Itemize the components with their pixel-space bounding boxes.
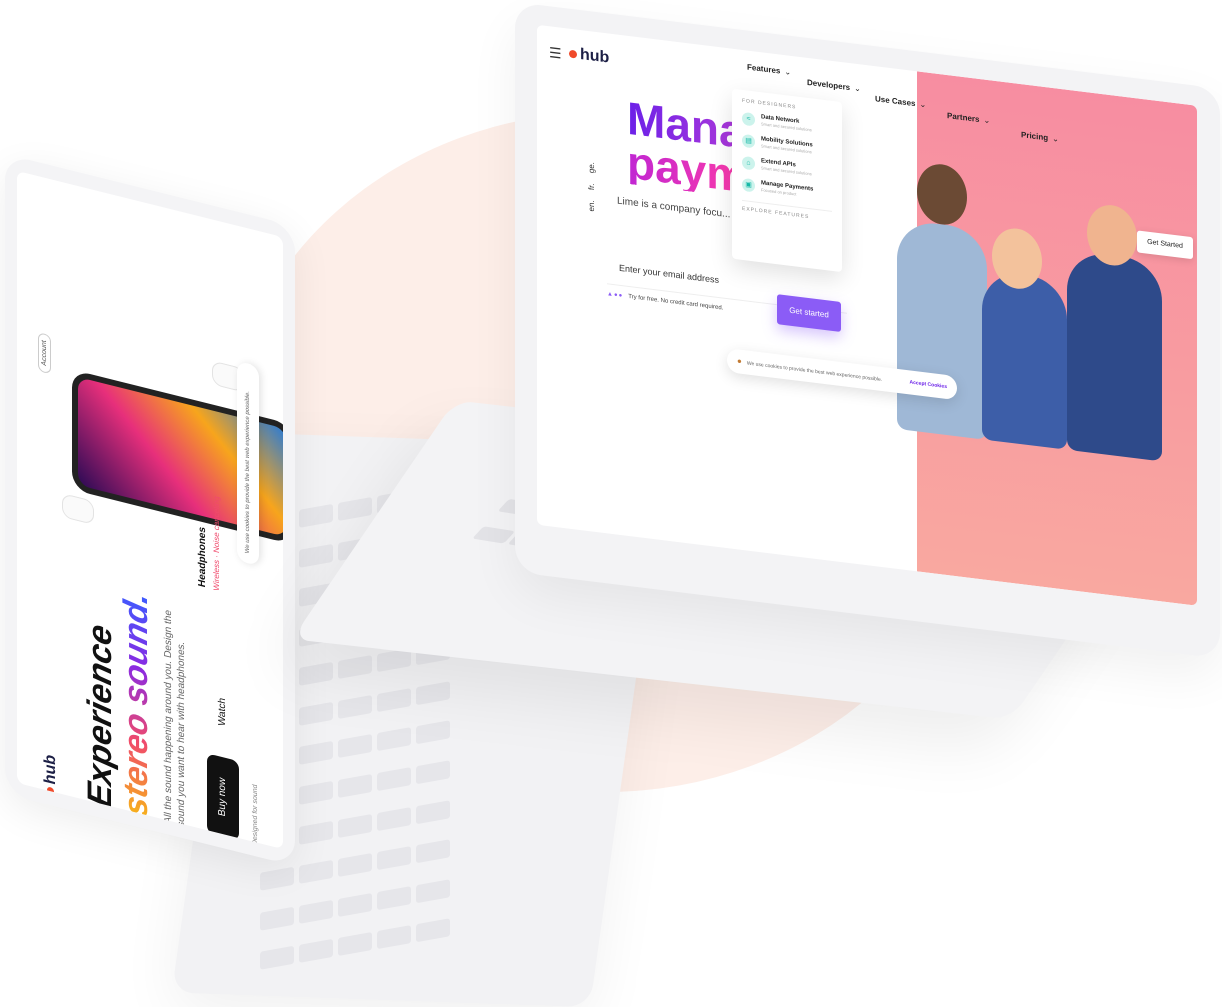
dropdown-item-data-network[interactable]: ≈ Data Network Smart and secured solution…	[742, 111, 832, 136]
back-subtitle: All the sound happening around you. Desi…	[163, 608, 187, 829]
buy-now-button[interactable]: Buy now	[207, 753, 239, 842]
hero-characters-illustration	[887, 158, 1167, 462]
dropdown-item-manage-payments[interactable]: ▣ Manage Payments Focused on product	[742, 177, 832, 202]
dropdown-item-extend-apis[interactable]: ⌂ Extend APIs Smart and secured solutions	[742, 155, 832, 180]
watch-button[interactable]: Watch	[207, 668, 239, 756]
back-logo[interactable]: hub	[42, 753, 60, 797]
back-headline: Experience stereo sound.	[81, 587, 155, 821]
nav-features[interactable]: Features ⌄	[747, 62, 791, 76]
front-laptop-screen-frame: ☰ hub Features ⌄ Developers ⌄ Use Cases ⌄ P…	[515, 2, 1220, 659]
product-name: Headphones	[197, 525, 208, 589]
lang-fr[interactable]: fr.	[587, 183, 596, 191]
explore-features-link[interactable]: EXPLORE FEATURES	[742, 199, 832, 223]
hamburger-menu-icon[interactable]: ☰	[549, 44, 562, 63]
mobile-icon: ▤	[742, 133, 755, 149]
payment-icon: ▣	[742, 177, 755, 193]
back-laptop-screen: hub Account Experience stereo sound. All…	[17, 170, 283, 850]
product-sub: Wireless · Noise canceling	[212, 495, 221, 592]
home-icon: ⌂	[742, 155, 755, 171]
earbud-image	[62, 493, 94, 526]
dropdown-heading: FOR DESIGNERS	[742, 97, 797, 111]
back-cookie-banner: We use cookies to provide the best web e…	[237, 360, 259, 567]
lang-en[interactable]: en.	[587, 200, 596, 212]
accept-cookies-button[interactable]: Accept Cookies	[909, 370, 947, 399]
hub-logo[interactable]: hub	[569, 45, 609, 68]
front-laptop-screen: ☰ hub Features ⌄ Developers ⌄ Use Cases ⌄ P…	[537, 24, 1197, 606]
nav-developers[interactable]: Developers ⌄	[807, 78, 861, 94]
cookie-icon: ●	[737, 356, 742, 366]
dropdown-item-mobility-solutions[interactable]: ▤ Mobility Solutions Smart and secured so…	[742, 133, 832, 158]
back-laptop-screen-frame: hub Account Experience stereo sound. All…	[5, 153, 295, 867]
hero-headline: Mana paym	[627, 91, 748, 203]
language-switcher: en. fr. ge.	[587, 153, 596, 211]
features-dropdown: FOR DESIGNERS ≈ Data Network Smart and se…	[732, 88, 842, 273]
lang-ge[interactable]: ge.	[587, 161, 596, 173]
back-tag: Designed for sound	[252, 783, 259, 847]
account-pill[interactable]: Account	[38, 331, 51, 375]
wifi-icon: ≈	[742, 111, 755, 127]
